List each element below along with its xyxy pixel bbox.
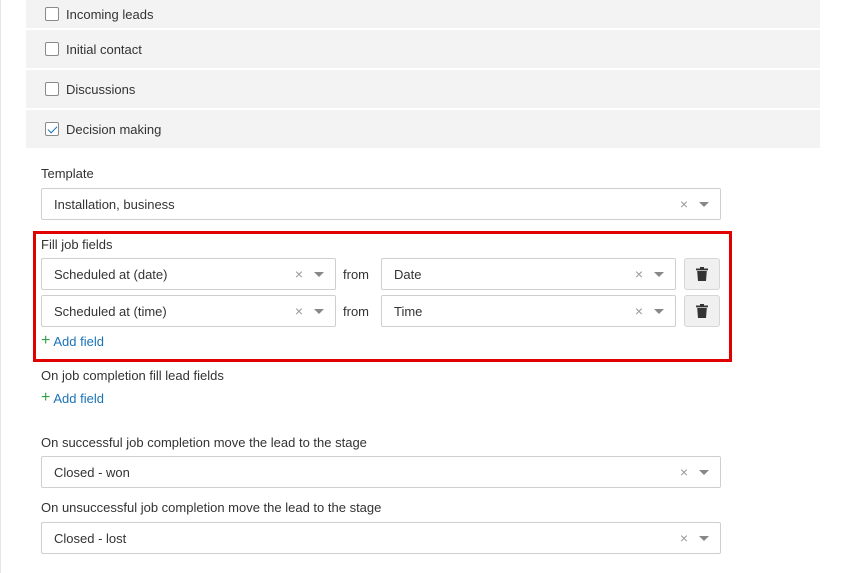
stage-checklist: Incoming leads Initial contact Discussio…: [26, 0, 820, 150]
clear-icon[interactable]: ×: [290, 303, 308, 319]
stage-checkbox-discussions[interactable]: [45, 82, 59, 96]
add-field-label: Add field: [53, 333, 104, 349]
success-stage-value: Closed - won: [54, 464, 130, 480]
job-field-value: Scheduled at (date): [54, 266, 168, 282]
delete-row-button-2[interactable]: [684, 295, 720, 327]
chevron-down-icon[interactable]: [654, 271, 664, 277]
trash-icon: [696, 304, 708, 318]
stage-row-incoming-leads[interactable]: Incoming leads: [26, 0, 820, 28]
source-field-value: Time: [394, 303, 423, 319]
add-job-field-link[interactable]: + Add field: [41, 333, 104, 349]
stage-checkbox-incoming-leads[interactable]: [45, 7, 59, 21]
delete-row-button-1[interactable]: [684, 258, 720, 290]
template-select[interactable]: Installation, business ×: [41, 188, 721, 220]
fail-stage-value: Closed - lost: [54, 530, 127, 546]
chevron-down-icon[interactable]: [314, 271, 324, 277]
stage-checkbox-initial-contact[interactable]: [45, 42, 59, 56]
source-field-select-1[interactable]: Date ×: [381, 258, 676, 290]
stage-label: Incoming leads: [66, 6, 154, 22]
plus-icon: +: [41, 332, 51, 349]
left-divider: [0, 0, 1, 573]
chevron-down-icon[interactable]: [314, 308, 324, 314]
stage-label: Initial contact: [66, 41, 142, 57]
clear-icon[interactable]: ×: [675, 530, 693, 546]
trash-icon: [696, 267, 708, 281]
stage-label: Decision making: [66, 121, 162, 137]
chevron-down-icon[interactable]: [699, 535, 709, 541]
plus-icon: +: [41, 389, 51, 406]
chevron-down-icon[interactable]: [654, 308, 664, 314]
success-stage-select[interactable]: Closed - won ×: [41, 456, 721, 488]
from-label: from: [343, 267, 369, 282]
fail-stage-select[interactable]: Closed - lost ×: [41, 522, 721, 554]
clear-icon[interactable]: ×: [630, 266, 648, 282]
stage-row-discussions[interactable]: Discussions: [26, 70, 820, 108]
stage-row-initial-contact[interactable]: Initial contact: [26, 30, 820, 68]
fail-stage-label: On unsuccessful job completion move the …: [41, 500, 382, 515]
stage-checkbox-decision-making[interactable]: [45, 122, 59, 136]
job-field-select-1[interactable]: Scheduled at (date) ×: [41, 258, 336, 290]
template-label: Template: [41, 166, 94, 181]
stage-row-decision-making[interactable]: Decision making: [26, 110, 820, 148]
stage-label: Discussions: [66, 81, 136, 97]
fill-job-fields-label: Fill job fields: [41, 237, 113, 252]
clear-icon[interactable]: ×: [675, 464, 693, 480]
add-field-label: Add field: [53, 390, 104, 406]
job-field-value: Scheduled at (time): [54, 303, 167, 319]
add-lead-field-link[interactable]: + Add field: [41, 390, 104, 406]
chevron-down-icon[interactable]: [699, 201, 709, 207]
completion-fill-label: On job completion fill lead fields: [41, 368, 224, 383]
clear-icon[interactable]: ×: [630, 303, 648, 319]
source-field-select-2[interactable]: Time ×: [381, 295, 676, 327]
clear-icon[interactable]: ×: [675, 196, 693, 212]
template-value: Installation, business: [54, 196, 175, 212]
job-field-select-2[interactable]: Scheduled at (time) ×: [41, 295, 336, 327]
from-label: from: [343, 304, 369, 319]
clear-icon[interactable]: ×: [290, 266, 308, 282]
source-field-value: Date: [394, 266, 422, 282]
success-stage-label: On successful job completion move the le…: [41, 435, 367, 450]
chevron-down-icon[interactable]: [699, 469, 709, 475]
